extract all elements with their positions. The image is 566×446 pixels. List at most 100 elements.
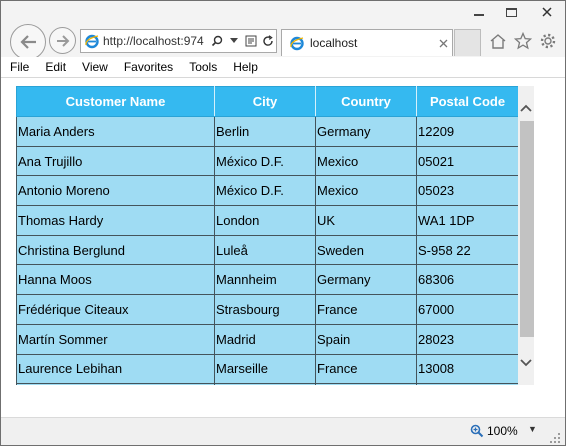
menu-view[interactable]: View (74, 60, 116, 74)
home-icon[interactable] (487, 30, 509, 52)
page-content: Customer Name City Country Postal Code M… (1, 79, 565, 417)
table-row[interactable]: Martín Sommer Madrid Spain 28023 (16, 323, 519, 355)
table-row[interactable]: Maria Anders Berlin Germany 12209 (16, 116, 519, 147)
chevron-up-icon (520, 104, 532, 112)
table-header-row: Customer Name City Country Postal Code (16, 86, 519, 117)
cell-customer-name: Hanna Moos (16, 264, 215, 296)
refresh-icon[interactable] (261, 32, 275, 50)
table-row[interactable]: Frédérique Citeaux Strasbourg France 670… (16, 294, 519, 325)
scroll-down-button[interactable] (518, 348, 534, 378)
customer-table: Customer Name City Country Postal Code M… (16, 86, 519, 385)
address-bar[interactable]: http://localhost:974 (80, 29, 277, 53)
table-row[interactable]: Hanna Moos Mannheim Germany 68306 (16, 264, 519, 296)
column-header-customer-name[interactable]: Customer Name (16, 86, 215, 117)
cell-country: France (315, 353, 417, 385)
cell-country (315, 383, 417, 385)
customer-grid: Customer Name City Country Postal Code M… (16, 86, 534, 385)
new-tab-button[interactable] (454, 29, 481, 56)
cell-customer-name: Martín Sommer (16, 323, 215, 355)
back-button[interactable] (10, 24, 46, 60)
menu-edit[interactable]: Edit (37, 60, 74, 74)
star-icon[interactable] (512, 30, 534, 52)
cell-country: Mexico (315, 175, 417, 207)
cell-postal-code: 67000 (416, 294, 519, 325)
cell-city: Marseille (214, 353, 316, 385)
table-row[interactable] (16, 383, 519, 385)
table-row[interactable]: Antonio Moreno México D.F. Mexico 05023 (16, 175, 519, 207)
tab-localhost[interactable]: localhost (281, 29, 453, 56)
close-tab-button[interactable] (434, 36, 452, 51)
cell-city: Luleå (214, 234, 316, 266)
table-row[interactable]: Laurence Lebihan Marseille France 13008 (16, 353, 519, 385)
cell-postal-code: 12209 (416, 116, 519, 147)
gear-icon[interactable] (537, 30, 559, 52)
cell-customer-name: Christina Berglund (16, 234, 215, 266)
table-row[interactable]: Thomas Hardy London UK WA1 1DP (16, 205, 519, 236)
column-header-country[interactable]: Country (315, 86, 417, 117)
cell-customer-name (16, 383, 215, 385)
column-header-city[interactable]: City (214, 86, 316, 117)
cell-postal-code: 05023 (416, 175, 519, 207)
chevron-down-icon (520, 359, 532, 367)
zoom-icon (470, 424, 484, 438)
zoom-level: 100% (487, 424, 518, 438)
chevron-down-icon[interactable] (227, 32, 241, 50)
close-icon (439, 39, 447, 47)
cell-postal-code: 68306 (416, 264, 519, 296)
menu-favorites[interactable]: Favorites (116, 60, 181, 74)
scrollbar-thumb[interactable] (520, 121, 534, 337)
address-url[interactable]: http://localhost:974 (103, 34, 208, 48)
cell-city: México D.F. (214, 145, 316, 177)
maximize-icon (505, 7, 517, 17)
chevron-down-icon[interactable]: ▼ (528, 424, 537, 434)
cell-postal-code: 05021 (416, 145, 519, 177)
browser-toolbar: http://localhost:974 localhost (1, 1, 565, 60)
status-bar: 100% ▼ (1, 417, 565, 445)
tab-label: localhost (310, 36, 358, 50)
cell-city: México D.F. (214, 175, 316, 207)
cell-postal-code: S-958 22 (416, 234, 519, 266)
cell-city: Strasbourg (214, 294, 316, 325)
cell-postal-code (416, 383, 519, 385)
cell-country: Spain (315, 323, 417, 355)
cell-postal-code: WA1 1DP (416, 205, 519, 236)
cell-country: Germany (315, 264, 417, 296)
cell-postal-code: 13008 (416, 353, 519, 385)
table-row[interactable]: Christina Berglund Luleå Sweden S-958 22 (16, 234, 519, 266)
cell-country: Germany (315, 116, 417, 147)
zoom-control[interactable]: 100% (470, 422, 518, 440)
cell-customer-name: Frédérique Citeaux (16, 294, 215, 325)
close-icon (541, 7, 552, 17)
resize-grip-icon[interactable] (549, 432, 561, 444)
cell-customer-name: Ana Trujillo (16, 145, 215, 177)
cell-customer-name: Laurence Lebihan (16, 353, 215, 385)
minimize-button[interactable] (464, 1, 494, 23)
menu-file[interactable]: File (1, 60, 37, 74)
menu-tools[interactable]: Tools (181, 60, 225, 74)
close-window-button[interactable] (528, 1, 565, 23)
maximize-button[interactable] (494, 1, 528, 23)
cell-customer-name: Antonio Moreno (16, 175, 215, 207)
cell-country: France (315, 294, 417, 325)
compatibility-view-icon[interactable] (244, 32, 258, 50)
cell-customer-name: Maria Anders (16, 116, 215, 147)
menu-help[interactable]: Help (225, 60, 266, 74)
scroll-up-button[interactable] (518, 93, 534, 123)
minimize-icon (474, 14, 484, 16)
internet-explorer-icon (81, 30, 103, 52)
cell-city: Mannheim (214, 264, 316, 296)
vertical-scrollbar[interactable] (518, 86, 534, 385)
cell-country: Mexico (315, 145, 417, 177)
browser-window: http://localhost:974 localhost File Edit… (0, 0, 566, 446)
menu-bar: File Edit View Favorites Tools Help (1, 57, 565, 78)
back-arrow-icon (20, 35, 36, 49)
search-icon[interactable] (210, 32, 224, 50)
table-row[interactable]: Ana Trujillo México D.F. Mexico 05021 (16, 145, 519, 177)
cell-city: Madrid (214, 323, 316, 355)
cell-country: Sweden (315, 234, 417, 266)
cell-customer-name: Thomas Hardy (16, 205, 215, 236)
cell-country: UK (315, 205, 417, 236)
cell-city (214, 383, 316, 385)
column-header-postal-code[interactable]: Postal Code (416, 86, 519, 117)
forward-button[interactable] (49, 27, 76, 54)
